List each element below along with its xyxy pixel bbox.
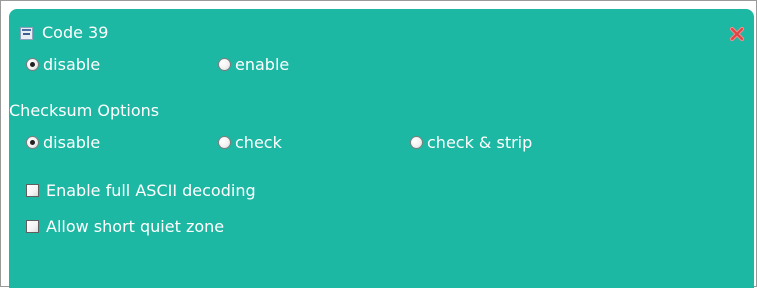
code39-enable-label: enable bbox=[235, 55, 290, 74]
panel-title: Code 39 bbox=[42, 23, 109, 42]
checksum-disable-radio[interactable] bbox=[26, 136, 39, 149]
full-ascii-checkbox[interactable] bbox=[26, 184, 39, 197]
short-quiet-zone-checkbox[interactable] bbox=[26, 220, 39, 233]
full-ascii-label: Enable full ASCII decoding bbox=[46, 181, 256, 200]
checksum-check-strip-radio[interactable] bbox=[410, 136, 423, 149]
code39-disable-radio[interactable] bbox=[26, 58, 39, 71]
code39-settings-panel: Code 39 disable enable Checksum Options … bbox=[9, 9, 754, 288]
checksum-disable-label: disable bbox=[43, 133, 101, 152]
checksum-check-label: check bbox=[235, 133, 282, 152]
checksum-check-radio[interactable] bbox=[218, 136, 231, 149]
close-icon[interactable] bbox=[729, 26, 745, 42]
settings-window: Code 39 disable enable Checksum Options … bbox=[0, 0, 757, 288]
checksum-check-strip-label: check & strip bbox=[427, 133, 533, 152]
code39-disable-label: disable bbox=[43, 55, 101, 74]
checksum-heading: Checksum Options bbox=[9, 101, 160, 120]
short-quiet-zone-label: Allow short quiet zone bbox=[46, 217, 225, 236]
code39-enable-radio[interactable] bbox=[218, 58, 231, 71]
collapse-icon[interactable] bbox=[20, 27, 33, 40]
